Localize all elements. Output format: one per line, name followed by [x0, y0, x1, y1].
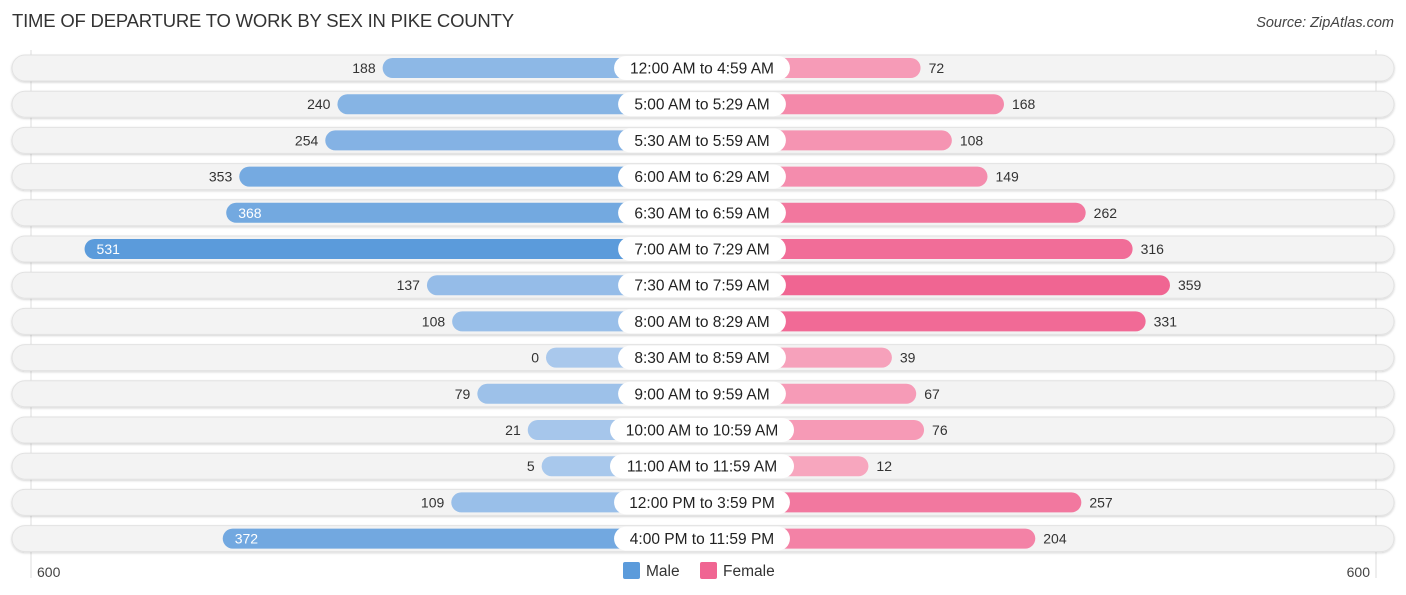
category-label: 8:00 AM to 8:29 AM: [634, 314, 769, 331]
value-label-female: 108: [960, 132, 984, 148]
legend-label: Female: [723, 563, 775, 580]
category-label: 10:00 AM to 10:59 AM: [626, 423, 779, 440]
value-label-female: 76: [932, 422, 948, 438]
category-label: 4:00 PM to 11:59 PM: [630, 531, 774, 548]
axis-label-left: 600: [37, 564, 61, 580]
value-label-male: 372: [235, 531, 259, 547]
value-label-male: 254: [295, 132, 319, 148]
chart-row: 6:00 AM to 6:29 AM 353 149: [11, 163, 1395, 191]
value-label-female: 72: [929, 60, 945, 76]
value-label-male: 531: [97, 241, 121, 257]
category-label: 11:00 AM to 11:59 AM: [627, 459, 777, 476]
value-label-male: 5: [527, 458, 535, 474]
value-label-male: 79: [455, 386, 471, 402]
category-label: 8:30 AM to 8:59 AM: [634, 350, 769, 367]
category-label: 5:30 AM to 5:59 AM: [634, 133, 769, 150]
chart-row: 8:30 AM to 8:59 AM 0 39: [11, 344, 1395, 372]
chart-row: 12:00 AM to 4:59 AM 188 72: [11, 54, 1395, 82]
value-label-female: 204: [1043, 531, 1067, 547]
category-label: 12:00 AM to 4:59 AM: [630, 61, 774, 78]
value-label-female: 257: [1089, 494, 1113, 510]
legend-item-male: Male: [623, 562, 680, 580]
value-label-female: 67: [924, 386, 940, 402]
category-label: 6:00 AM to 6:29 AM: [634, 169, 769, 186]
value-label-male: 109: [421, 494, 445, 510]
value-label-male: 137: [397, 277, 421, 293]
value-label-female: 12: [876, 458, 892, 474]
legend-item-female: Female: [700, 562, 775, 580]
category-label: 6:30 AM to 6:59 AM: [634, 205, 769, 222]
value-label-female: 262: [1094, 205, 1118, 221]
value-label-female: 168: [1012, 96, 1036, 112]
category-label: 7:30 AM to 7:59 AM: [634, 278, 769, 295]
category-label: 12:00 PM to 3:59 PM: [629, 495, 775, 512]
value-label-male: 188: [352, 60, 376, 76]
value-label-female: 316: [1141, 241, 1165, 257]
chart-row: 5:30 AM to 5:59 AM 254 108: [11, 126, 1395, 154]
bar-male: [84, 239, 703, 259]
value-label-male: 240: [307, 96, 331, 112]
value-label-female: 359: [1178, 277, 1202, 293]
chart-row: 11:00 AM to 11:59 AM 5 12: [11, 452, 1395, 480]
axis-label-right: 600: [1347, 564, 1371, 580]
chart-row: 5:00 AM to 5:29 AM 240 168: [11, 90, 1395, 118]
chart-row: 4:00 PM to 11:59 PM 372 204: [11, 525, 1395, 553]
value-label-male: 353: [209, 169, 233, 185]
diverging-bar-chart: 12:00 AM to 4:59 AM 188 72 5:00 AM to 5:29 …: [11, 50, 1395, 580]
value-label-male: 21: [505, 422, 521, 438]
value-label-female: 149: [995, 169, 1019, 185]
chart-row: 9:00 AM to 9:59 AM 79 67: [11, 380, 1395, 408]
legend-label: Male: [646, 563, 680, 580]
chart-row: 7:00 AM to 7:29 AM 531 316: [11, 235, 1395, 263]
value-label-female: 39: [900, 350, 916, 366]
category-label: 9:00 AM to 9:59 AM: [634, 386, 769, 403]
value-label-male: 0: [531, 350, 539, 366]
value-label-female: 331: [1154, 313, 1178, 329]
chart-row: 10:00 AM to 10:59 AM 21 76: [11, 416, 1395, 444]
legend-swatch: [700, 562, 717, 579]
chart-row: 6:30 AM to 6:59 AM 368 262: [11, 199, 1395, 227]
category-label: 5:00 AM to 5:29 AM: [634, 97, 769, 114]
category-label: 7:00 AM to 7:29 AM: [634, 242, 769, 259]
value-label-male: 368: [238, 205, 262, 221]
chart-row: 12:00 PM to 3:59 PM 109 257: [11, 488, 1395, 516]
legend-swatch: [623, 562, 640, 579]
value-label-male: 108: [422, 313, 446, 329]
chart-row: 7:30 AM to 7:59 AM 137 359: [11, 271, 1395, 299]
chart-row: 8:00 AM to 8:29 AM 108 331: [11, 307, 1395, 335]
